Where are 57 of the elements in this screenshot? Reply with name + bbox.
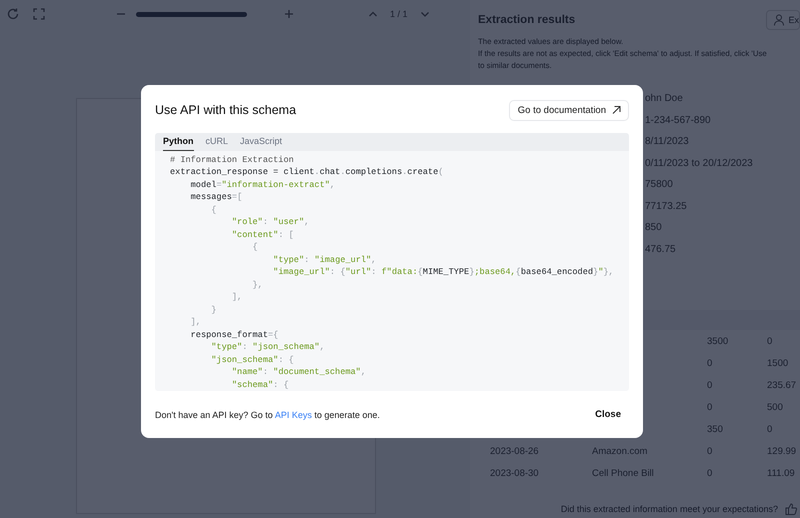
table-cell: Cell Phone Bill bbox=[592, 468, 654, 478]
table-cell: Amazon.com bbox=[592, 446, 648, 456]
code-line: "role": "user", bbox=[232, 217, 310, 228]
code-line: "json_schema": { bbox=[211, 354, 294, 365]
table-cell: 111.09 bbox=[767, 468, 795, 478]
table-cell: 3500 bbox=[707, 336, 728, 346]
code-line: "content": [ bbox=[232, 230, 294, 240]
code-line: messages=[ bbox=[190, 192, 242, 202]
table-cell: 235.67 bbox=[767, 380, 796, 390]
table-cell: 0 bbox=[707, 402, 712, 412]
table-cell: 129.99 bbox=[767, 446, 796, 456]
close-button[interactable]: Close bbox=[595, 405, 621, 424]
field-value: 850 bbox=[645, 221, 663, 235]
field-value: 77173.25 bbox=[645, 200, 688, 214]
table-cell: 0 bbox=[707, 358, 712, 368]
documentation-button[interactable]: Go to documentation bbox=[508, 100, 629, 120]
table-cell: 0 bbox=[707, 446, 712, 456]
field-value: 1-234-567-890 bbox=[645, 114, 712, 128]
dialog-title: Use API with this schema bbox=[155, 103, 296, 117]
code-line: "name": "document_schema", bbox=[232, 367, 366, 378]
code-line: ], bbox=[190, 317, 201, 328]
code-line: } bbox=[211, 304, 216, 315]
field-value: 476.75 bbox=[645, 242, 677, 256]
table-cell: 1500 bbox=[767, 358, 788, 368]
code-line: { bbox=[211, 204, 216, 215]
api-keys-link[interactable]: API Keys bbox=[274, 410, 312, 420]
code-line: { bbox=[252, 242, 258, 252]
field-value: 75800 bbox=[645, 178, 674, 192]
code-line: model="information-extract", bbox=[190, 180, 336, 190]
table-cell: 0 bbox=[707, 380, 712, 390]
table-cell: 0 bbox=[707, 468, 712, 478]
language-tab[interactable]: cURL bbox=[206, 133, 228, 150]
table-cell: 2023-08-30 bbox=[490, 468, 539, 478]
field-value: ohn Doe bbox=[645, 92, 684, 106]
field-value: 8/11/2023 bbox=[645, 135, 690, 149]
language-tab[interactable]: JavaScript bbox=[240, 133, 282, 150]
feedback-prompt: Did this extracted information meet your expectations? bbox=[560, 504, 778, 514]
table-cell: 350 bbox=[707, 424, 723, 434]
table-cell: 2023-08-26 bbox=[490, 446, 539, 456]
code-line: response_format={ bbox=[190, 330, 278, 340]
language-tab[interactable]: Python bbox=[163, 133, 194, 150]
code-line: extraction_response = client.chat.completions.create( bbox=[170, 167, 444, 178]
page-indicator: 1 / 1 bbox=[390, 9, 408, 19]
api-key-hint: Don't have an API key? Go to API Keys to generate one. bbox=[155, 410, 380, 420]
code-line: "type": "json_schema", bbox=[211, 342, 325, 352]
table-cell: 0 bbox=[767, 336, 772, 346]
code-line: "type": "image_url", bbox=[273, 254, 376, 265]
table-cell: 500 bbox=[767, 402, 783, 412]
field-value: 0/11/2023 to 20/12/2023 bbox=[645, 156, 754, 170]
code-line: "schema": { bbox=[232, 380, 289, 390]
table-cell: 0 bbox=[767, 424, 772, 434]
code-line: ], bbox=[232, 292, 242, 302]
arrow-up-right-icon bbox=[611, 105, 621, 115]
code-line: # Information Extraction bbox=[170, 154, 294, 165]
code-line: }, bbox=[252, 280, 263, 290]
code-line: "image_url": {"url": f"data:{MIME_TYPE};base64,{base64_encoded}"}, bbox=[273, 267, 614, 278]
results-title: Extraction results bbox=[478, 14, 576, 26]
